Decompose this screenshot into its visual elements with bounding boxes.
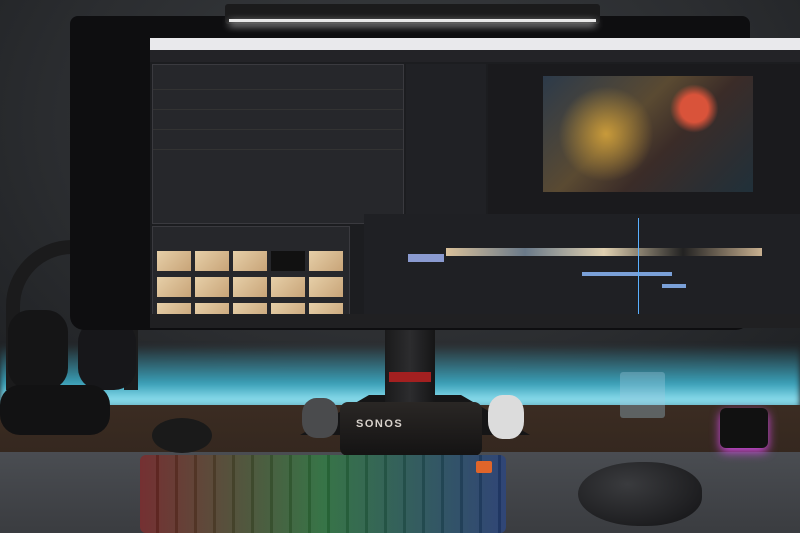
clip-thumbnail[interactable] xyxy=(233,277,267,297)
mouse-charging-dock xyxy=(720,408,768,448)
effect-controls-panel xyxy=(152,64,404,224)
project-bin xyxy=(152,226,350,324)
clip-thumbnail[interactable] xyxy=(157,251,191,271)
gaming-mouse xyxy=(578,462,702,526)
taskbar xyxy=(150,314,800,328)
video-preview xyxy=(543,76,753,192)
effect-row xyxy=(153,125,403,130)
source-panel xyxy=(406,64,486,224)
effect-row xyxy=(153,145,403,150)
effect-row xyxy=(153,85,403,90)
game-controller xyxy=(0,385,110,435)
speaker-brand-logo: SONOS xyxy=(356,418,404,430)
clip-thumbnail[interactable] xyxy=(195,277,229,297)
workspace-tabs xyxy=(150,50,800,62)
timeline-playhead[interactable] xyxy=(638,218,639,318)
menu-bar xyxy=(150,38,800,50)
clip-thumbnail[interactable] xyxy=(309,277,343,297)
effect-row xyxy=(153,105,403,110)
accent-key xyxy=(476,461,492,473)
timeline-panel[interactable] xyxy=(364,214,800,324)
monitor-light-bar xyxy=(225,4,600,24)
speaker: SONOS xyxy=(340,402,482,456)
figurine xyxy=(302,398,338,438)
clip-thumbnail[interactable] xyxy=(271,277,305,297)
monitor-screen xyxy=(150,38,800,328)
timeline-clip[interactable] xyxy=(446,248,762,256)
timeline-clip[interactable] xyxy=(662,284,686,288)
headphones-ear-cup xyxy=(78,320,136,390)
rgb-keyboard xyxy=(140,455,506,533)
monitor xyxy=(70,16,800,330)
headphones-ear-cup xyxy=(8,310,68,390)
monitor-stand-neck xyxy=(385,318,435,403)
control-puck xyxy=(152,418,212,453)
timeline-clip[interactable] xyxy=(582,272,672,276)
clip-thumbnail[interactable] xyxy=(157,277,191,297)
clip-thumbnail[interactable] xyxy=(309,251,343,271)
timeline-clip[interactable] xyxy=(408,254,444,262)
usb-dock xyxy=(620,372,665,418)
clip-thumbnail[interactable] xyxy=(233,251,267,271)
program-monitor xyxy=(488,64,800,224)
figurine xyxy=(488,395,524,439)
clip-thumbnail[interactable] xyxy=(271,251,305,271)
clip-thumbnail[interactable] xyxy=(195,251,229,271)
